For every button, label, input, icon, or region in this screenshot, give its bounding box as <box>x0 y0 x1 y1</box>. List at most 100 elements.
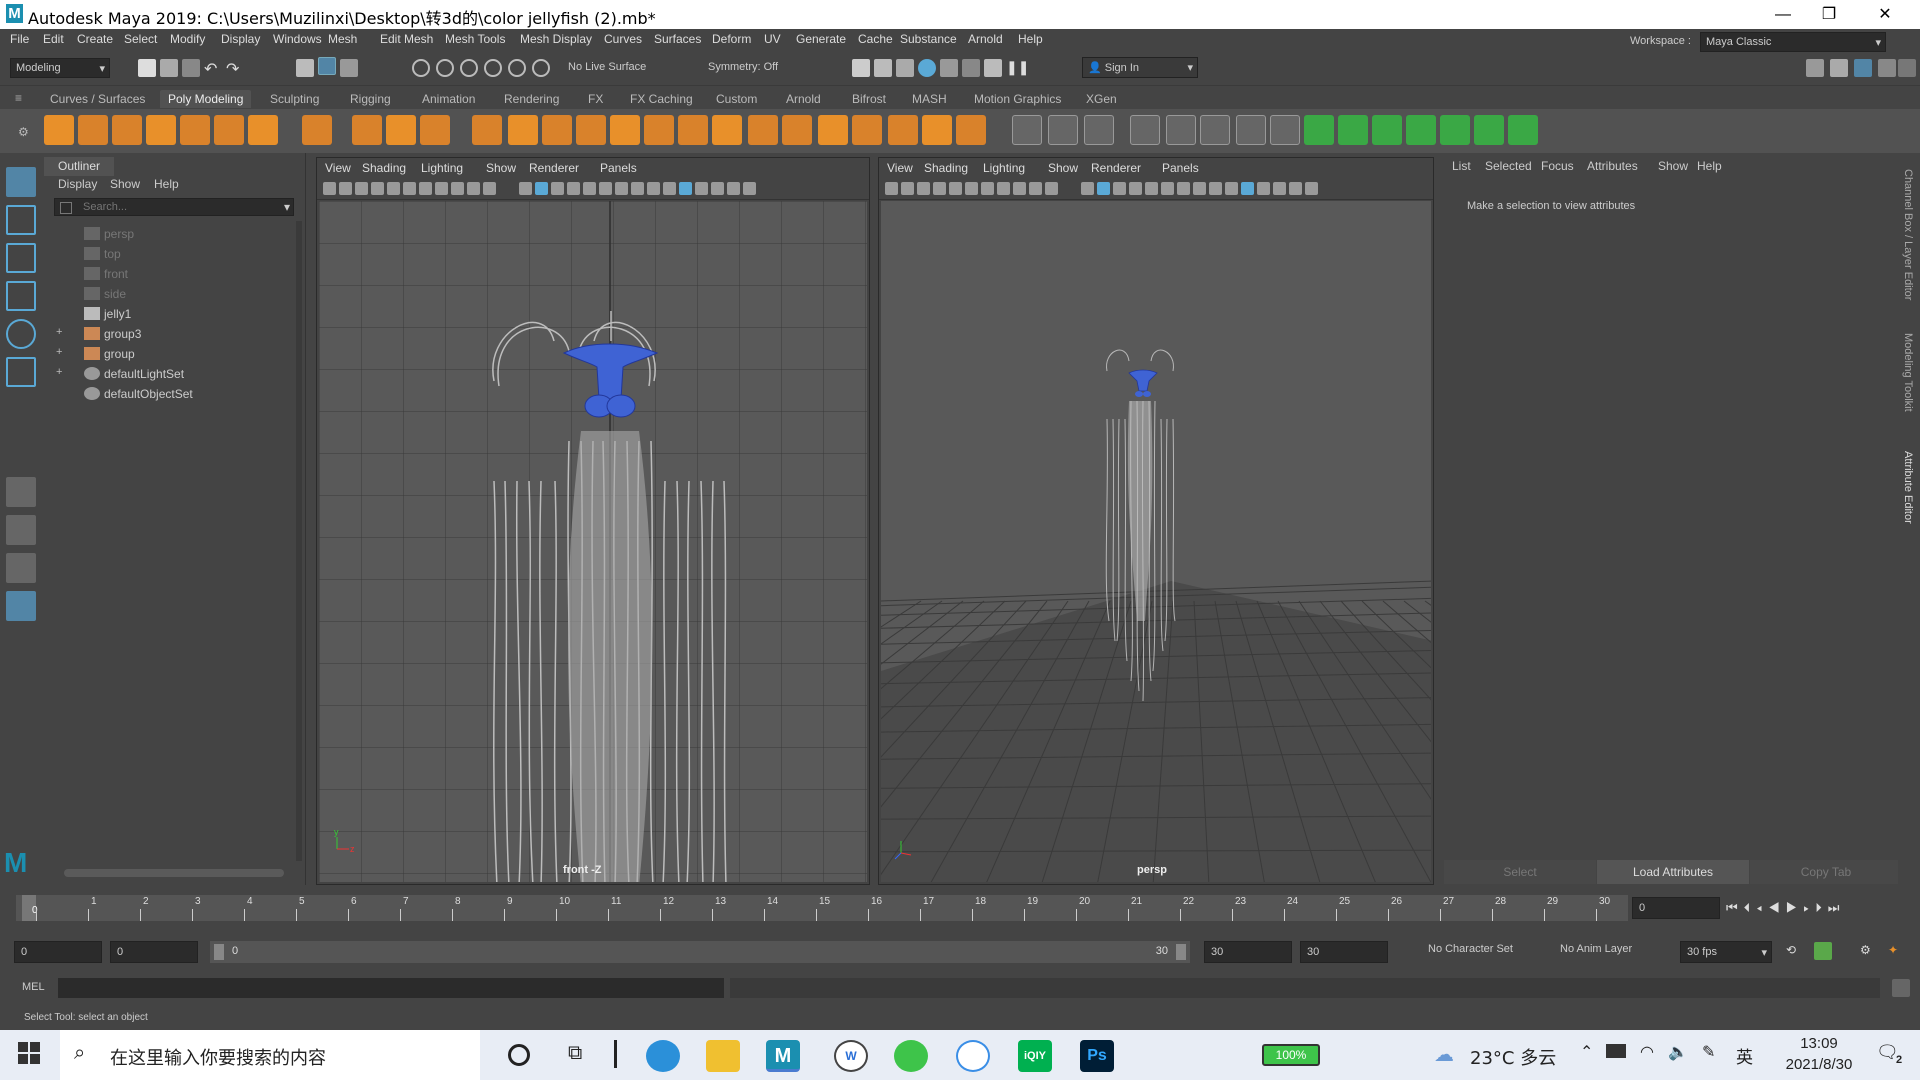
iqiyi-icon[interactable]: iQIY <box>1018 1040 1052 1072</box>
camera-attributes-icon[interactable] <box>1305 182 1318 195</box>
bridge-icon[interactable] <box>712 115 742 145</box>
viewport-menu-lighting[interactable]: Lighting <box>421 161 463 175</box>
playback-end-field[interactable]: 30 <box>1204 941 1292 963</box>
select-tool-icon[interactable] <box>6 167 36 197</box>
attr-menu-focus[interactable]: Focus <box>1541 159 1574 173</box>
lock-camera-icon[interactable] <box>339 182 352 195</box>
wireframe-on-shaded-icon[interactable] <box>1113 182 1126 195</box>
select-by-component-icon[interactable] <box>340 59 358 77</box>
poly-platonic-icon[interactable] <box>302 115 332 145</box>
expand-icon[interactable]: + <box>56 346 62 358</box>
attr-menu-attributes[interactable]: Attributes <box>1587 159 1638 173</box>
gate-mask-icon[interactable] <box>997 182 1010 195</box>
minimize-button[interactable]: — <box>1760 0 1806 29</box>
step-forward-frame-icon[interactable]: ▸ <box>1803 900 1815 915</box>
chevron-down-icon[interactable]: ▾ <box>284 200 290 214</box>
auto-key-icon[interactable] <box>1814 942 1832 960</box>
smooth-icon[interactable] <box>610 115 640 145</box>
maya-home-icon[interactable]: M <box>4 847 38 878</box>
outliner-scrollbar[interactable] <box>296 221 302 861</box>
shelf-tab-sculpting[interactable]: Sculpting <box>262 90 327 108</box>
scale-tool-icon[interactable] <box>6 357 36 387</box>
poly-type-icon[interactable] <box>386 115 416 145</box>
connect-icon[interactable] <box>956 115 986 145</box>
shelf-tab-custom[interactable]: Custom <box>708 90 765 108</box>
menuset-dropdown[interactable]: Modeling ▾ <box>10 58 110 78</box>
workspace-dropdown[interactable]: Maya Classic ▾ <box>1700 32 1886 52</box>
viewport-menu-renderer[interactable]: Renderer <box>1091 161 1141 175</box>
cylindrical-mapping-icon[interactable] <box>1440 115 1470 145</box>
outliner-item-defaultObjectSet[interactable]: defaultObjectSet <box>44 385 292 403</box>
playback-start-field[interactable]: 0 <box>110 941 198 963</box>
select-camera-icon[interactable] <box>885 182 898 195</box>
attr-select-button[interactable]: Select <box>1444 860 1596 884</box>
multi-cut-icon[interactable] <box>888 115 918 145</box>
poke-icon[interactable] <box>1130 115 1160 145</box>
shelf-settings-icon[interactable]: ⚙ <box>18 125 29 139</box>
safe-action-icon[interactable] <box>467 182 480 195</box>
single-perspective-view-icon[interactable] <box>6 477 36 507</box>
outliner-layout-icon[interactable] <box>6 591 36 621</box>
attr-menu-selected[interactable]: Selected <box>1485 159 1532 173</box>
menu-generate[interactable]: Generate <box>796 32 846 46</box>
shelf-tab-mash[interactable]: MASH <box>904 90 955 108</box>
current-frame-field[interactable]: 0 <box>1632 897 1720 919</box>
mirror-icon[interactable] <box>678 115 708 145</box>
cortana-icon[interactable] <box>508 1044 530 1066</box>
menu-cache[interactable]: Cache <box>858 32 893 46</box>
hypershade-icon[interactable] <box>940 59 958 77</box>
film-gate-icon[interactable] <box>403 182 416 195</box>
outliner-item-top[interactable]: top <box>44 245 292 263</box>
lock-icon[interactable] <box>1898 59 1916 77</box>
outliner-item-side[interactable]: side <box>44 285 292 303</box>
symmetry-dropdown[interactable]: Symmetry: Off <box>703 58 803 76</box>
close-button[interactable]: ✕ <box>1862 0 1908 29</box>
go-to-start-icon[interactable]: ⏮ <box>1726 900 1744 915</box>
shadows-icon[interactable] <box>1161 182 1174 195</box>
toggle-attribute-editor-icon[interactable] <box>1830 59 1848 77</box>
grid-icon[interactable] <box>387 182 400 195</box>
outliner-search-input[interactable] <box>54 198 294 216</box>
xray-joints-icon[interactable] <box>1273 182 1286 195</box>
command-input[interactable] <box>58 978 724 998</box>
render-setup-icon[interactable] <box>962 59 980 77</box>
poly-cylinder-icon[interactable] <box>112 115 142 145</box>
pen-icon[interactable]: ✎ <box>1702 1042 1715 1062</box>
wireframe-on-shaded-icon[interactable] <box>551 182 564 195</box>
browser-app-icon[interactable] <box>956 1040 990 1072</box>
shelf-tab-fx[interactable]: FX <box>580 90 611 108</box>
viewport-menu-shading[interactable]: Shading <box>924 161 968 175</box>
weather-text[interactable]: 23°C 多云 <box>1470 1044 1556 1070</box>
snap-plane-icon[interactable] <box>484 59 502 77</box>
toggle-channel-box-icon[interactable] <box>1878 59 1896 77</box>
paint-select-tool-icon[interactable] <box>6 243 36 273</box>
menu-windows[interactable]: Windows <box>273 32 322 46</box>
center-pivot-icon[interactable] <box>1236 115 1266 145</box>
go-to-end-icon[interactable]: ⏭ <box>1828 900 1846 915</box>
tab-channel-box[interactable]: Channel Box / Layer Editor <box>1902 169 1914 300</box>
menu-mesh-display[interactable]: Mesh Display <box>520 32 592 46</box>
outliner-item-defaultLightSet[interactable]: + defaultLightSet <box>44 365 292 383</box>
camera-attributes-icon[interactable] <box>743 182 756 195</box>
sign-in-button[interactable]: 👤 Sign In ▾ <box>1082 57 1198 78</box>
wechat-icon[interactable] <box>894 1040 928 1072</box>
outliner-item-persp[interactable]: persp <box>44 225 292 243</box>
bookmarks-icon[interactable] <box>917 182 930 195</box>
task-view-icon[interactable]: ⧉ <box>568 1042 582 1065</box>
render-view-icon[interactable] <box>852 59 870 77</box>
file-explorer-icon[interactable] <box>706 1040 740 1072</box>
textured-icon[interactable] <box>567 182 580 195</box>
front-view-canvas[interactable]: y z front -Z <box>319 201 867 882</box>
image-plane-icon[interactable] <box>933 182 946 195</box>
wedge-icon[interactable] <box>1166 115 1196 145</box>
step-back-frame-icon[interactable]: ◂ <box>1756 900 1768 915</box>
outliner-item-jelly1[interactable]: jelly1 <box>44 305 292 323</box>
shelf-tab-curves-surfaces[interactable]: Curves / Surfaces <box>42 90 153 108</box>
poly-plane-icon[interactable] <box>214 115 244 145</box>
gate-mask-icon[interactable] <box>435 182 448 195</box>
resolution-gate-icon[interactable] <box>419 182 432 195</box>
script-editor-icon[interactable] <box>1892 979 1910 997</box>
range-start-handle[interactable] <box>214 944 224 960</box>
poly-disc-icon[interactable] <box>248 115 278 145</box>
wireframe-icon[interactable] <box>519 182 532 195</box>
